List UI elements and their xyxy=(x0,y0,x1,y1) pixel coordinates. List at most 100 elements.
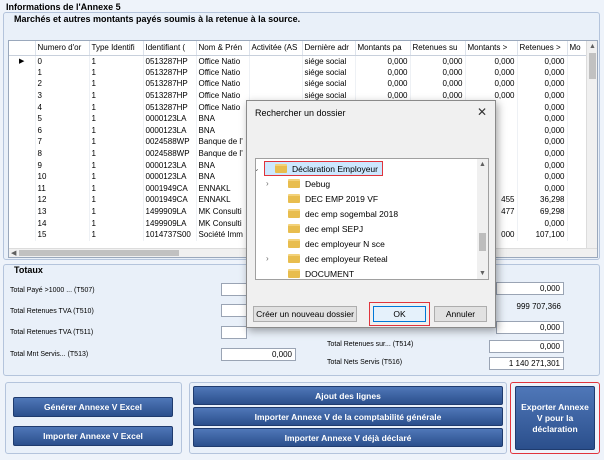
importer-excel-button[interactable]: Importer Annexe V Excel xyxy=(13,426,173,446)
ajout-lignes-button[interactable]: Ajout des lignes xyxy=(193,386,503,405)
table-cell[interactable]: 1 xyxy=(89,66,144,79)
table-row[interactable]: 2 1 0513287HP Office Natio siége social 0,000… xyxy=(9,78,597,90)
table-cell[interactable]: Office Natio xyxy=(196,101,250,113)
tree-item[interactable]: ⌄ Déclaration Employeur xyxy=(256,161,383,176)
table-cell[interactable]: 1 xyxy=(89,182,144,195)
table-cell[interactable]: Banque de l' xyxy=(196,136,250,148)
table-row[interactable]: ▶ 0 1 0513287HP Office Natio siége social 0,00… xyxy=(9,55,597,67)
table-cell[interactable]: 0513287HP xyxy=(143,78,197,90)
table-cell[interactable]: 0,000 xyxy=(355,66,411,79)
close-icon[interactable]: ✕ xyxy=(477,105,487,119)
importer-declare-button[interactable]: Importer Annexe V déjà déclaré xyxy=(193,428,503,447)
row-selector[interactable] xyxy=(9,78,36,90)
table-cell[interactable]: 0,000 xyxy=(517,78,568,90)
table-cell[interactable]: 1 xyxy=(89,112,144,125)
table-cell[interactable]: 0,000 xyxy=(465,66,518,79)
table-cell[interactable]: MK Consulti xyxy=(196,205,250,218)
grid-header-cell[interactable]: Retenues > xyxy=(517,41,568,56)
field-total-right-3[interactable]: 0,000 xyxy=(496,321,564,334)
scroll-left-icon[interactable]: ◀ xyxy=(11,249,16,257)
table-cell[interactable]: 8 xyxy=(35,147,90,160)
table-cell[interactable]: 4 xyxy=(35,101,90,113)
grid-vertical-scrollbar[interactable]: ▲ xyxy=(586,41,597,257)
new-folder-button[interactable]: Créer un nouveau dossier xyxy=(253,306,357,322)
table-cell[interactable]: 0,000 xyxy=(355,78,411,90)
table-cell[interactable]: 1 xyxy=(89,194,144,206)
table-cell[interactable]: 0,000 xyxy=(517,124,568,137)
table-cell[interactable]: 0024588WP xyxy=(143,136,197,148)
exporter-declaration-button[interactable]: Exporter Annexe V pour la déclaration xyxy=(515,386,595,450)
row-selector[interactable] xyxy=(9,89,36,102)
table-cell[interactable]: MK Consulti xyxy=(196,217,250,229)
table-cell[interactable]: Office Natio xyxy=(196,89,250,102)
table-cell[interactable]: BNA xyxy=(196,170,250,183)
row-selector[interactable] xyxy=(9,112,36,125)
field-total-right-1[interactable]: 0,000 xyxy=(496,282,564,295)
row-selector[interactable] xyxy=(9,228,36,241)
field-t516[interactable]: 1 140 271,301 xyxy=(489,357,564,370)
chevron-right-icon[interactable]: › xyxy=(266,179,269,188)
table-cell[interactable]: siége social xyxy=(302,55,356,67)
grid-header-cell[interactable]: Dernière adr xyxy=(302,41,356,56)
table-cell[interactable]: 1 xyxy=(89,101,144,113)
table-cell[interactable]: 14 xyxy=(35,217,90,229)
table-cell[interactable]: 0,000 xyxy=(355,55,411,67)
table-cell[interactable]: 1 xyxy=(89,124,144,137)
folder-tree[interactable]: ⌄ Déclaration Employeur › Debug DEC EMP 2019… xyxy=(255,158,489,280)
table-cell[interactable]: 0001949CA xyxy=(143,182,197,195)
table-cell[interactable]: 0,000 xyxy=(517,147,568,160)
table-cell[interactable]: 0,000 xyxy=(517,136,568,148)
table-cell[interactable]: 7 xyxy=(35,136,90,148)
table-cell[interactable]: 6 xyxy=(35,124,90,137)
grid-header-cell[interactable]: Retenues su xyxy=(410,41,466,56)
table-cell[interactable]: 1 xyxy=(89,217,144,229)
table-cell[interactable]: 1 xyxy=(89,78,144,90)
tree-item[interactable]: › dec employeur Reteal xyxy=(266,251,388,266)
table-cell[interactable]: 0000123LA xyxy=(143,112,197,125)
table-cell[interactable]: 5 xyxy=(35,112,90,125)
table-cell[interactable]: 1 xyxy=(89,170,144,183)
row-selector[interactable] xyxy=(9,147,36,160)
table-cell[interactable]: 11 xyxy=(35,182,90,195)
table-cell[interactable]: 13 xyxy=(35,205,90,218)
table-cell[interactable]: 0000123LA xyxy=(143,124,197,137)
table-cell[interactable]: Banque de l' xyxy=(196,147,250,160)
row-selector[interactable]: ▶ xyxy=(9,55,36,67)
table-cell[interactable]: Office Natio xyxy=(196,55,250,67)
table-cell[interactable]: 10 xyxy=(35,170,90,183)
table-cell[interactable] xyxy=(249,55,303,67)
row-selector[interactable] xyxy=(9,182,36,195)
table-cell[interactable]: 0513287HP xyxy=(143,55,197,67)
cancel-button[interactable]: Annuler xyxy=(434,306,487,322)
table-cell[interactable]: 0513287HP xyxy=(143,89,197,102)
importer-compta-button[interactable]: Importer Annexe V de la comptabilité gén… xyxy=(193,407,503,426)
grid-vscroll-thumb[interactable] xyxy=(589,53,596,79)
field-t514[interactable]: 0,000 xyxy=(489,340,564,353)
table-cell[interactable]: 1 xyxy=(35,66,90,79)
field-total-right-2[interactable]: 999 707,366 xyxy=(496,301,564,314)
row-selector[interactable] xyxy=(9,217,36,229)
tree-scroll-down-icon[interactable]: ▼ xyxy=(479,269,486,278)
table-cell[interactable]: BNA xyxy=(196,124,250,137)
table-cell[interactable] xyxy=(249,78,303,90)
table-cell[interactable]: 1014737S00 xyxy=(143,228,197,241)
tree-scroll-up-icon[interactable]: ▲ xyxy=(479,160,486,169)
tree-scrollbar[interactable]: ▲ ▼ xyxy=(477,159,488,279)
table-cell[interactable]: 0,000 xyxy=(517,55,568,67)
chevron-down-icon[interactable]: ⌄ xyxy=(256,164,260,173)
table-cell[interactable]: 0000123LA xyxy=(143,170,197,183)
table-cell[interactable]: 1 xyxy=(89,89,144,102)
table-cell[interactable]: 1 xyxy=(89,205,144,218)
tree-scroll-thumb[interactable] xyxy=(479,233,486,251)
table-cell[interactable]: siége social xyxy=(302,78,356,90)
table-cell[interactable]: 0513287HP xyxy=(143,66,197,79)
table-cell[interactable]: 0000123LA xyxy=(143,159,197,171)
table-cell[interactable]: 1 xyxy=(89,136,144,148)
table-cell[interactable]: 0 xyxy=(35,55,90,67)
row-selector[interactable] xyxy=(9,159,36,171)
row-selector[interactable] xyxy=(9,124,36,137)
table-cell[interactable]: 0513287HP xyxy=(143,101,197,113)
tree-item[interactable]: DEC EMP 2019 VF xyxy=(278,191,378,206)
table-cell[interactable]: 0024588WP xyxy=(143,147,197,160)
grid-header-cell[interactable]: Montants > xyxy=(465,41,518,56)
